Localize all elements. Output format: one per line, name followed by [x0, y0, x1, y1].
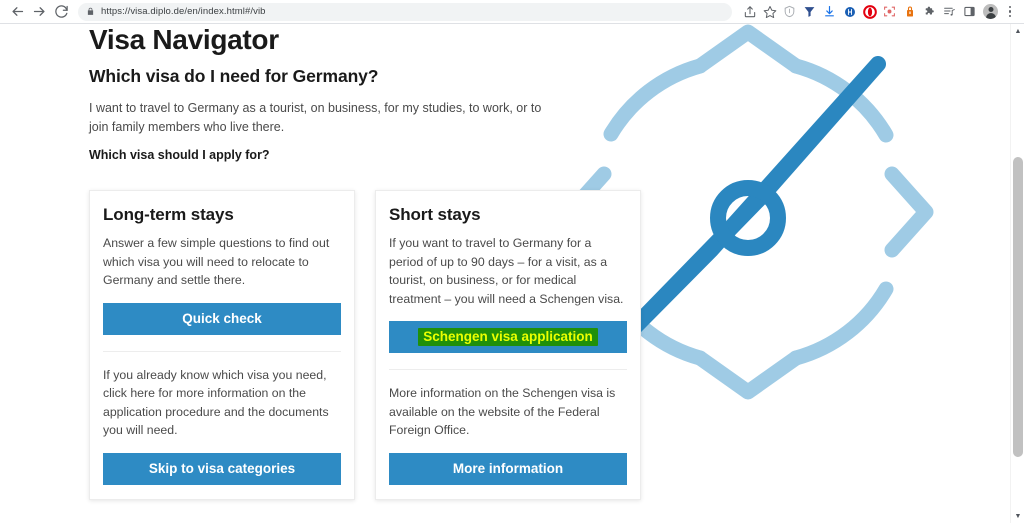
quick-check-button[interactable]: Quick check — [103, 302, 341, 335]
card-secondary-body: More information on the Schengen visa is… — [389, 386, 616, 437]
page-viewport: Visa Navigator Which visa do I need for … — [0, 24, 1024, 523]
extension-tray — [740, 2, 1018, 21]
schengen-visa-application-button[interactable]: Schengen visa application — [389, 321, 627, 353]
kebab-dot — [1008, 10, 1012, 13]
intro-paragraph: I want to travel to Germany as a tourist… — [89, 101, 542, 134]
card-title: Long-term stays — [103, 205, 234, 224]
chrome-menu-button[interactable] — [1002, 2, 1018, 21]
opera-extension-icon[interactable] — [860, 2, 879, 21]
browser-toolbar: https://visa.diplo.de/en/index.html#/vib — [0, 0, 1024, 24]
puzzle-extensions-icon[interactable] — [920, 2, 939, 21]
reload-button[interactable] — [50, 1, 72, 23]
screenshot-capture-icon[interactable] — [880, 2, 899, 21]
card-long-term-stays: Long-term stays Answer a few simple ques… — [89, 190, 355, 500]
scroll-down-arrow[interactable]: ▼ — [1011, 509, 1024, 523]
kebab-dot — [1008, 5, 1012, 9]
download-icon[interactable] — [820, 2, 839, 21]
back-arrow-icon — [12, 7, 23, 16]
card-body: Answer a few simple questions to find ou… — [103, 236, 330, 287]
scrollbar-thumb[interactable] — [1013, 157, 1023, 457]
kebab-dot — [1008, 14, 1012, 18]
page-subtitle: Which visa do I need for Germany? — [89, 66, 379, 86]
lock-icon — [86, 7, 95, 16]
back-button[interactable] — [6, 1, 28, 23]
skip-to-visa-categories-button[interactable]: Skip to visa categories — [103, 452, 341, 485]
address-bar[interactable]: https://visa.diplo.de/en/index.html#/vib — [78, 2, 732, 21]
funnel-glyph — [804, 7, 815, 17]
shield-extension-icon[interactable] — [780, 2, 799, 21]
side-panel-icon[interactable] — [960, 2, 979, 21]
blue-circle-extension-icon[interactable] — [840, 2, 859, 21]
lock-glyph — [87, 7, 94, 15]
bookmark-star-icon[interactable] — [760, 2, 779, 21]
vertical-scrollbar[interactable]: ▲ ▼ — [1010, 24, 1024, 523]
page-content: Visa Navigator Which visa do I need for … — [0, 24, 1010, 523]
reading-list-icon[interactable] — [940, 2, 959, 21]
card-divider — [103, 350, 341, 352]
card-title: Short stays — [389, 205, 481, 224]
more-information-button[interactable]: More information — [389, 452, 627, 485]
scroll-up-arrow[interactable]: ▲ — [1011, 24, 1024, 38]
avatar[interactable] — [983, 4, 998, 19]
forward-button[interactable] — [28, 1, 50, 23]
reload-icon — [54, 5, 68, 18]
lead-question: Which visa should I apply for? — [89, 148, 270, 162]
forward-arrow-icon — [33, 7, 44, 16]
share-icon[interactable] — [740, 2, 759, 21]
card-divider — [389, 369, 627, 370]
highlighted-label: Schengen visa application — [418, 328, 598, 346]
card-body: If you want to travel to Germany for a p… — [389, 236, 624, 306]
page-title: Visa Navigator — [89, 24, 279, 55]
url-text[interactable]: https://visa.diplo.de/en/index.html#/vib — [101, 6, 266, 17]
card-short-stays: Short stays If you want to travel to Ger… — [375, 190, 641, 500]
orange-lock-extension-icon[interactable] — [900, 2, 919, 21]
card-secondary-body: If you already know which visa you need,… — [103, 367, 329, 438]
funnel-extension-icon[interactable] — [800, 2, 819, 21]
